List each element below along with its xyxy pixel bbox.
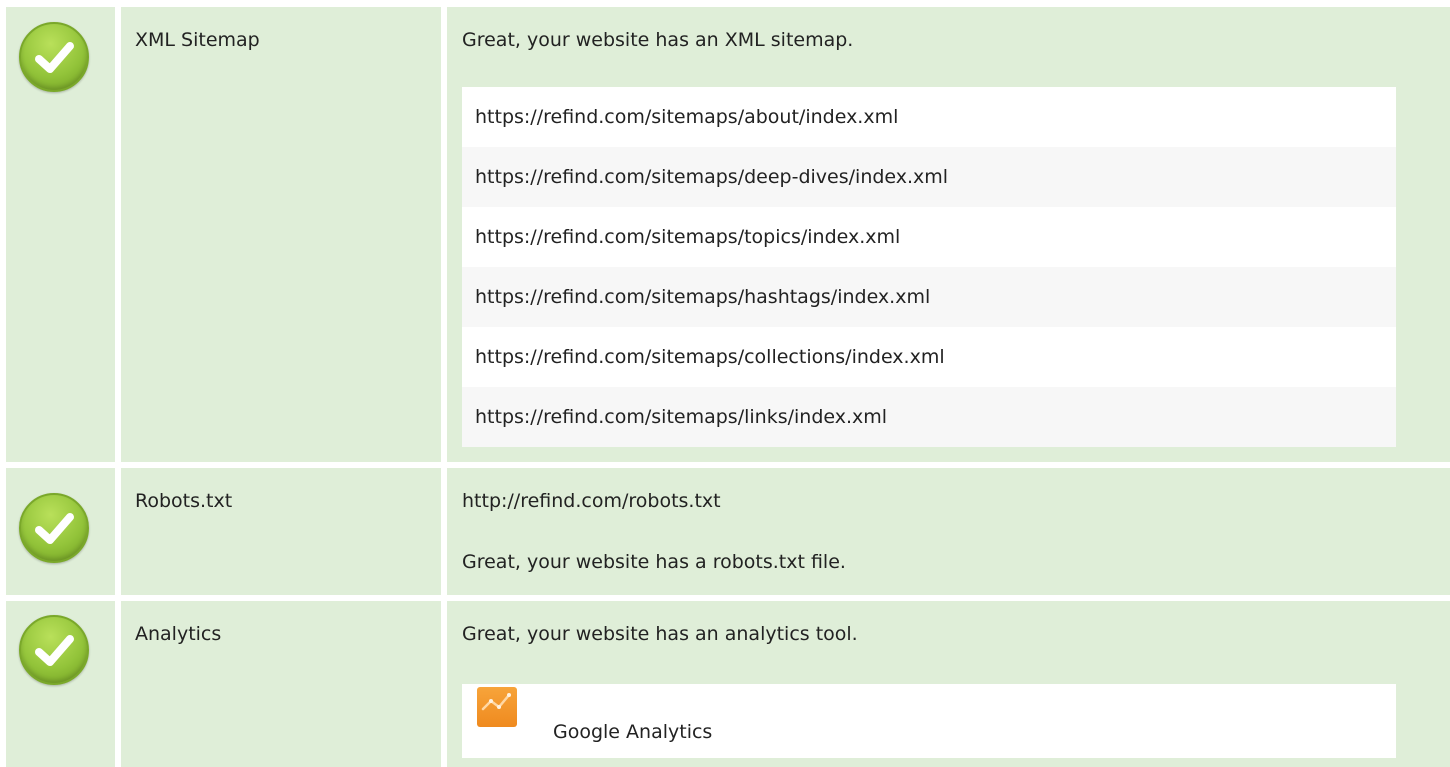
analytics-content-cell: Great, your website has an analytics too…: [447, 601, 1450, 767]
sitemap-label-cell: XML Sitemap: [121, 7, 441, 462]
robots-content-cell: http://refind.com/robots.txt Great, your…: [447, 468, 1450, 595]
robots-status-text: Great, your website has a robots.txt fil…: [462, 551, 846, 573]
analytics-label-cell: Analytics: [121, 601, 441, 767]
sitemap-url-item: https://refind.com/sitemaps/collections/…: [462, 327, 1396, 387]
check-circle-icon: [19, 493, 89, 563]
sitemap-url-item: https://refind.com/sitemaps/about/index.…: [462, 87, 1396, 147]
sitemap-url-item: https://refind.com/sitemaps/topics/index…: [462, 207, 1396, 267]
sitemap-status-cell: [6, 7, 115, 462]
analytics-status-text: Great, your website has an analytics too…: [462, 623, 858, 645]
analytics-tool-name: Google Analytics: [553, 721, 713, 743]
robots-status-cell: [6, 468, 115, 595]
google-analytics-icon: [477, 687, 517, 727]
analytics-status-cell: [6, 601, 115, 767]
analytics-label: Analytics: [135, 623, 222, 645]
check-circle-icon: [19, 22, 89, 92]
sitemap-url-item: https://refind.com/sitemaps/deep-dives/i…: [462, 147, 1396, 207]
robots-url: http://refind.com/robots.txt: [462, 490, 721, 512]
sitemap-url-item: https://refind.com/sitemaps/hashtags/ind…: [462, 267, 1396, 327]
analytics-tool-item: Google Analytics: [462, 684, 1396, 758]
sitemap-url-list: https://refind.com/sitemaps/about/index.…: [462, 87, 1396, 447]
sitemap-status-text: Great, your website has an XML sitemap.: [462, 29, 854, 51]
sitemap-content-cell: Great, your website has an XML sitemap. …: [447, 7, 1450, 462]
sitemap-label: XML Sitemap: [135, 29, 260, 51]
robots-label-cell: Robots.txt: [121, 468, 441, 595]
sitemap-url-item: https://refind.com/sitemaps/links/index.…: [462, 387, 1396, 447]
robots-label: Robots.txt: [135, 490, 233, 512]
check-circle-icon: [19, 615, 89, 685]
